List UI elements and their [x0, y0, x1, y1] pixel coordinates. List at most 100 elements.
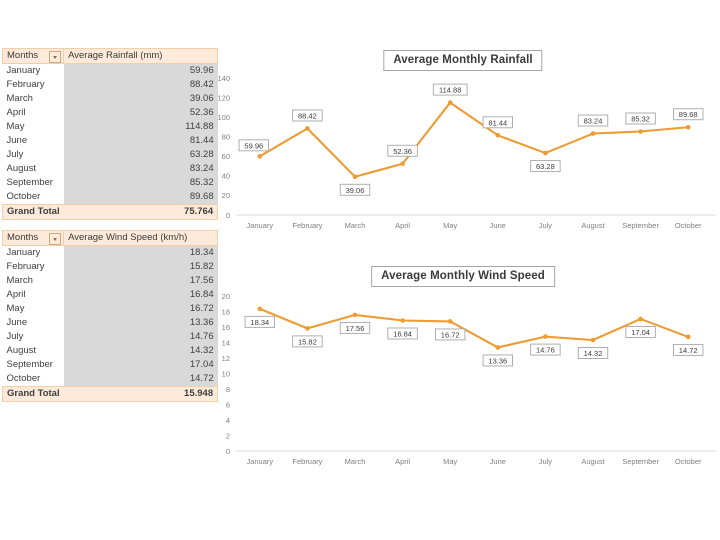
y-axis-tick-label: 10 — [222, 369, 230, 378]
chart-average-monthly-wind-speed[interactable]: Average Monthly Wind Speed 0 2 4 6 8 10 12 14 16… — [208, 264, 718, 479]
x-axis-tick-label: September — [622, 457, 659, 466]
x-axis-tick-label: October — [675, 457, 702, 466]
data-point-marker[interactable] — [305, 126, 310, 131]
x-axis-tick-label: April — [395, 457, 410, 466]
data-point-marker[interactable] — [543, 334, 548, 339]
column-header-wind-speed[interactable]: Average Wind Speed (km/h) — [63, 230, 219, 246]
data-label-text: 39.06 — [346, 186, 365, 195]
cell-value: 63.28 — [63, 148, 218, 162]
data-label: 89.68 — [673, 108, 704, 121]
data-point-marker[interactable] — [257, 306, 263, 312]
cell-month: January — [2, 245, 64, 260]
column-header-rainfall[interactable]: Average Rainfall (mm) — [63, 48, 219, 64]
data-label: 17.56 — [339, 321, 371, 334]
table-row-grand-total: Grand Total 75.764 — [1, 204, 219, 220]
cell-value: 114.88 — [63, 120, 218, 134]
data-label: 81.44 — [482, 116, 513, 129]
x-axis-tick-label: June — [490, 457, 506, 466]
cell-month: September — [2, 176, 64, 190]
data-label: 15.82 — [292, 335, 323, 348]
data-point-marker[interactable] — [685, 124, 691, 130]
cell-month: October — [2, 190, 64, 205]
y-axis-tick-label: 12 — [222, 354, 230, 363]
data-label: 13.36 — [482, 354, 513, 367]
data-label-text: 14.72 — [679, 346, 698, 355]
cell-value: 81.44 — [63, 134, 218, 148]
data-label-text: 14.32 — [584, 349, 603, 358]
column-header-months-label: Months — [7, 232, 39, 243]
x-axis-tick-label: May — [443, 221, 457, 230]
table-row: April 52.36 — [2, 106, 218, 120]
data-point-marker[interactable] — [400, 318, 405, 323]
y-axis-tick-label: 2 — [226, 431, 230, 440]
cell-month: September — [2, 358, 64, 372]
x-axis-tick-label: February — [292, 221, 322, 230]
data-point-marker[interactable] — [590, 337, 596, 343]
x-axis-tick-label: April — [395, 221, 410, 230]
column-header-months[interactable]: Months — [1, 230, 65, 246]
data-label-text: 18.34 — [250, 318, 269, 327]
cell-month: January — [2, 63, 64, 78]
data-label-text: 14.76 — [536, 346, 555, 355]
cell-value: 85.32 — [63, 176, 218, 190]
y-axis-tick-label: 14 — [222, 338, 230, 347]
data-point-marker[interactable] — [590, 131, 596, 136]
data-point-marker[interactable] — [400, 161, 405, 167]
pivot-table-rainfall: Months Average Rainfall (mm) January 59.9… — [1, 48, 219, 220]
plot-area-wind-speed: 0 2 4 6 8 10 12 14 16 18 20 January February March Apr… — [208, 264, 718, 479]
cell-value: 39.06 — [63, 92, 218, 106]
filter-dropdown-icon[interactable] — [49, 233, 62, 245]
data-point-marker[interactable] — [352, 312, 358, 318]
cell-value: 14.32 — [63, 344, 218, 358]
series-line[interactable] — [258, 101, 690, 178]
chart-average-monthly-rainfall[interactable]: Average Monthly Rainfall 0 20 40 60 80 100 120… — [208, 48, 718, 243]
data-label: 14.32 — [577, 347, 609, 359]
data-point-marker[interactable] — [447, 319, 453, 324]
data-label-text: 114.88 — [439, 86, 461, 95]
data-point-marker[interactable] — [638, 129, 643, 134]
data-point-marker[interactable] — [495, 345, 501, 350]
y-axis-tick-label: 60 — [222, 152, 230, 161]
data-label-text: 52.36 — [393, 147, 412, 156]
cell-month: June — [2, 316, 64, 330]
table-row: July 63.28 — [2, 148, 218, 162]
y-axis-tick-label: 20 — [222, 191, 230, 200]
cell-value: 52.36 — [63, 106, 218, 120]
data-point-marker[interactable] — [305, 326, 310, 331]
data-point-marker[interactable] — [543, 150, 548, 156]
data-point-marker[interactable] — [685, 334, 691, 340]
data-label: 59.96 — [238, 139, 269, 152]
data-label: 14.76 — [530, 343, 561, 356]
table-row: March 39.06 — [2, 92, 218, 106]
series-line[interactable] — [258, 307, 690, 349]
cell-month: August — [2, 344, 64, 358]
data-label: 18.34 — [244, 315, 275, 328]
cell-month: March — [2, 92, 64, 106]
table-row: March 17.56 — [2, 274, 218, 288]
y-axis-tick-label: 8 — [226, 385, 230, 394]
x-axis-tick-label: July — [539, 457, 553, 466]
cell-value: 17.04 — [63, 358, 218, 372]
data-point-marker[interactable] — [495, 133, 501, 138]
cell-value: 14.72 — [63, 372, 218, 387]
data-label: 14.72 — [673, 343, 704, 356]
data-point-marker[interactable] — [352, 174, 358, 180]
table-row: September 85.32 — [2, 176, 218, 190]
table-row: August 83.24 — [2, 162, 218, 176]
cell-month: August — [2, 162, 64, 176]
data-label-text: 81.44 — [488, 118, 507, 127]
data-point-marker[interactable] — [257, 154, 263, 159]
grand-total-label: Grand Total — [1, 386, 64, 402]
grand-total-label: Grand Total — [1, 204, 64, 220]
plot-area-rainfall: 0 20 40 60 80 100 120 140 January February March Ap… — [208, 48, 718, 243]
filter-dropdown-icon[interactable] — [49, 51, 62, 63]
data-point-marker[interactable] — [447, 100, 453, 105]
table-row: August 14.32 — [2, 344, 218, 358]
data-label: 83.24 — [577, 114, 609, 127]
column-header-months[interactable]: Months — [1, 48, 65, 64]
cell-value: 14.76 — [63, 330, 218, 344]
data-label-text: 89.68 — [679, 110, 698, 119]
data-label: 88.42 — [292, 109, 323, 122]
data-label: 16.72 — [434, 328, 466, 341]
data-point-marker[interactable] — [638, 316, 643, 322]
